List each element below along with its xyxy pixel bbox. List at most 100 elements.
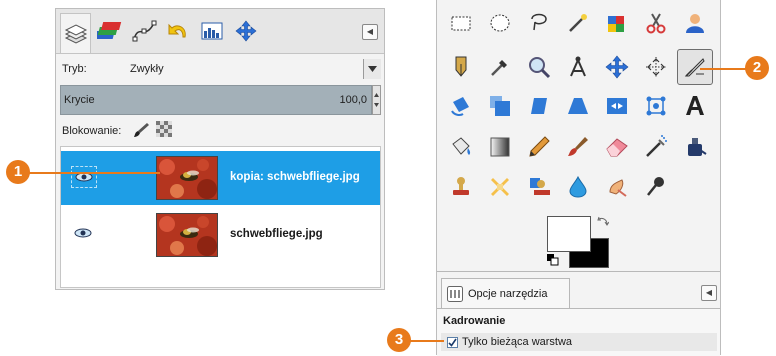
- visibility-toggle[interactable]: [71, 223, 97, 245]
- ink-tool[interactable]: [677, 129, 713, 165]
- tool-options-menu-button[interactable]: ◀: [701, 285, 717, 301]
- hoverfly-photo-icon: [157, 214, 217, 256]
- visibility-toggle[interactable]: [71, 166, 97, 188]
- tab-histogram[interactable]: [196, 13, 227, 49]
- airbrush-tool[interactable]: [638, 129, 674, 165]
- cage-transform-tool[interactable]: [638, 88, 674, 124]
- tab-layers[interactable]: [60, 13, 91, 53]
- callout-2-leader: [700, 68, 746, 70]
- perspective-icon: [568, 98, 588, 114]
- checkerboard-icon: [156, 121, 172, 137]
- eraser-tool[interactable]: [599, 129, 635, 165]
- shear-icon: [531, 98, 547, 114]
- mode-dropdown-button[interactable]: [363, 59, 381, 79]
- color-picker-tool[interactable]: [482, 49, 518, 85]
- tab-channels[interactable]: [94, 13, 125, 49]
- opacity-spin-button[interactable]: [372, 85, 381, 115]
- rotate-tool[interactable]: [443, 88, 479, 124]
- lock-pixels-toggle[interactable]: [132, 121, 150, 142]
- undo-history-icon: [168, 23, 186, 38]
- magic-wand-icon: [569, 14, 587, 32]
- foreground-select-icon: [686, 14, 704, 33]
- tool-options-title: Kadrowanie: [443, 315, 506, 327]
- hoverfly-photo-icon: [157, 157, 217, 199]
- layer-name[interactable]: kopia: schwebfliege.jpg: [230, 171, 360, 183]
- magnifier-icon: [529, 57, 551, 79]
- layer-row-selected[interactable]: kopia: schwebfliege.jpg: [61, 151, 380, 205]
- current-layer-only-row[interactable]: Tylko bieżąca warstwa: [441, 333, 717, 351]
- shear-tool[interactable]: [521, 88, 557, 124]
- scale-icon: [490, 96, 510, 116]
- dock-tab-strip: ◀: [56, 9, 384, 54]
- clone-tool[interactable]: [443, 169, 479, 205]
- zoom-tool[interactable]: [521, 49, 557, 85]
- tool-options-icon: [447, 286, 463, 305]
- lock-alpha-toggle[interactable]: [156, 121, 172, 140]
- move-tool[interactable]: [599, 49, 635, 85]
- rect-select-icon: [451, 16, 471, 31]
- panel-menu-button[interactable]: ◀: [362, 24, 378, 40]
- foreground-color-swatch[interactable]: [547, 216, 591, 252]
- callout-3: 3: [387, 328, 411, 352]
- current-layer-only-label: Tylko bieżąca warstwa: [462, 336, 573, 348]
- align-icon: [646, 57, 666, 77]
- bucket-fill-tool[interactable]: [443, 129, 479, 165]
- text-tool[interactable]: [677, 88, 713, 124]
- layers-panel: ◀ Tryb: Zwykły Krycie 100,0 Blokowanie:: [55, 8, 385, 290]
- measure-tool[interactable]: [560, 49, 596, 85]
- smudge-tool[interactable]: [599, 169, 635, 205]
- heal-tool[interactable]: [482, 169, 518, 205]
- ellipse-select-icon: [490, 14, 510, 32]
- fg-bg-color-selector[interactable]: [547, 216, 611, 269]
- pencil-tool[interactable]: [521, 129, 557, 165]
- paint-bucket-icon: [452, 137, 471, 155]
- paths-tool[interactable]: [443, 49, 479, 85]
- tool-options-label: Opcje narzędzia: [468, 288, 548, 300]
- free-select-tool[interactable]: [521, 5, 557, 41]
- perspective-clone-tool[interactable]: [521, 169, 557, 205]
- ellipse-select-tool[interactable]: [482, 5, 518, 41]
- toolbox-panel: Opcje narzędzia ◀ Kadrowanie Tylko bieżą…: [436, 0, 721, 356]
- ink-bottle-icon: [688, 138, 707, 156]
- alignment-tool[interactable]: [638, 49, 674, 85]
- dodge-burn-icon: [647, 177, 664, 196]
- rect-select-tool[interactable]: [443, 5, 479, 41]
- mode-value[interactable]: Zwykły: [130, 63, 164, 75]
- callout-1-leader: [28, 172, 160, 174]
- swap-colors-icon[interactable]: [597, 216, 610, 231]
- layer-row[interactable]: schwebfliege.jpg: [61, 208, 380, 262]
- flip-tool[interactable]: [599, 88, 635, 124]
- text-a-icon: [686, 96, 704, 115]
- blend-tool[interactable]: [482, 129, 518, 165]
- tab-paths[interactable]: [128, 13, 159, 49]
- paintbrush-icon: [568, 137, 588, 156]
- dock-divider: [437, 271, 720, 272]
- layer-name[interactable]: schwebfliege.jpg: [230, 228, 323, 240]
- paintbrush-tool[interactable]: [560, 129, 596, 165]
- eyedropper-icon: [491, 60, 507, 76]
- tab-navigation[interactable]: [230, 13, 261, 49]
- tab-tool-options[interactable]: Opcje narzędzia: [441, 278, 570, 308]
- default-colors-icon[interactable]: [547, 254, 559, 269]
- select-by-color-tool[interactable]: [599, 5, 635, 41]
- opacity-slider[interactable]: Krycie 100,0: [60, 85, 372, 115]
- rotate-icon: [451, 97, 469, 116]
- current-layer-only-checkbox[interactable]: [447, 337, 458, 348]
- scale-tool[interactable]: [482, 88, 518, 124]
- fuzzy-select-tool[interactable]: [560, 5, 596, 41]
- cage-icon: [646, 96, 666, 116]
- callout-1: 1: [6, 160, 30, 184]
- blur-sharpen-tool[interactable]: [560, 169, 596, 205]
- chevron-down-icon: [368, 66, 377, 72]
- flip-icon: [607, 98, 627, 114]
- perspective-tool[interactable]: [560, 88, 596, 124]
- foreground-select-tool[interactable]: [677, 5, 713, 41]
- crop-tool[interactable]: [677, 49, 713, 85]
- color-select-icon: [608, 16, 624, 32]
- dodge-burn-tool[interactable]: [638, 169, 674, 205]
- tab-undo-history[interactable]: [162, 13, 193, 49]
- bandage-icon: [491, 178, 509, 196]
- layer-thumbnail: [156, 213, 218, 257]
- callout-3-leader: [410, 340, 444, 342]
- scissors-select-tool[interactable]: [638, 5, 674, 41]
